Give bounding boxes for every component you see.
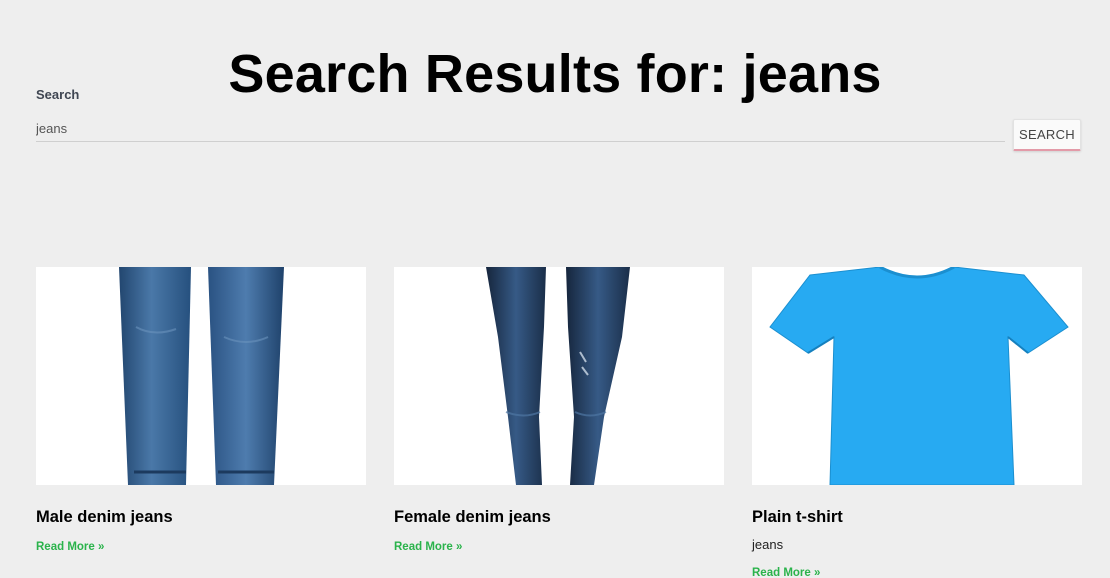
result-excerpt: jeans	[752, 537, 784, 552]
male-jeans-icon	[36, 267, 366, 485]
tshirt-image[interactable]	[752, 267, 1082, 485]
read-more-link[interactable]: Read More »	[752, 567, 820, 578]
female-jeans-icon	[394, 267, 724, 485]
result-card-female-denim-jeans: Female denim jeans Read More »	[394, 267, 724, 555]
search-button[interactable]: SEARCH	[1013, 119, 1081, 151]
result-title[interactable]: Female denim jeans	[394, 506, 724, 528]
result-card-male-denim-jeans: Male denim jeans Read More »	[36, 267, 366, 555]
result-card-plain-tshirt: Plain t-shirt jeans Read More »	[752, 267, 1082, 578]
search-results-page: Search Results for: jeans Search SEARCH	[0, 0, 1110, 578]
tshirt-icon	[752, 267, 1082, 485]
page-title: Search Results for: jeans	[228, 44, 882, 105]
read-more-link[interactable]: Read More »	[394, 541, 462, 553]
result-title[interactable]: Plain t-shirt	[752, 506, 1082, 528]
search-label: Search	[36, 87, 80, 102]
read-more-link[interactable]: Read More »	[36, 541, 104, 553]
search-input[interactable]	[36, 115, 1005, 142]
male-jeans-image[interactable]	[36, 267, 366, 485]
female-jeans-image[interactable]	[394, 267, 724, 485]
result-title[interactable]: Male denim jeans	[36, 506, 366, 528]
